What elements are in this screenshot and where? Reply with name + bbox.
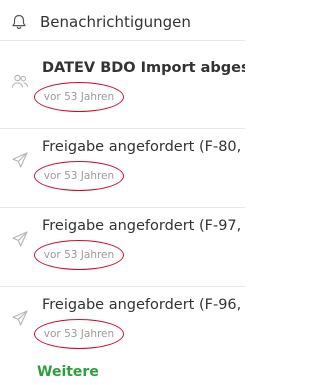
notifications-header: Benachrichtigungen <box>0 0 245 40</box>
notification-item[interactable]: Freigabe angefordert (F-96, C vor 53 Jah… <box>0 287 245 365</box>
users-icon <box>11 74 29 88</box>
bell-icon <box>12 14 26 30</box>
notification-time: vor 53 Jahren <box>34 240 124 270</box>
notification-item[interactable]: Freigabe angefordert (F-97, C vor 53 Jah… <box>0 208 245 286</box>
page-title: Benachrichtigungen <box>40 13 191 31</box>
send-icon <box>12 152 28 168</box>
send-icon <box>12 231 28 247</box>
notification-text: Freigabe angefordert (F-96, C <box>42 297 245 313</box>
notification-text: Freigabe angefordert (F-97, C <box>42 218 245 234</box>
notification-text: DATEV BDO Import abgeschlossen <box>42 60 245 76</box>
notification-text: Freigabe angefordert (F-80, F <box>42 139 245 155</box>
notification-item[interactable]: DATEV BDO Import abgeschlossen vor 53 Ja… <box>0 50 245 128</box>
more-link[interactable]: Weitere <box>37 364 99 380</box>
notification-time: vor 53 Jahren <box>34 319 124 349</box>
notification-time: vor 53 Jahren <box>34 161 124 191</box>
notification-time: vor 53 Jahren <box>34 82 124 112</box>
header-divider <box>0 40 245 41</box>
send-icon <box>12 310 28 326</box>
notification-item[interactable]: Freigabe angefordert (F-80, F vor 53 Jah… <box>0 129 245 207</box>
